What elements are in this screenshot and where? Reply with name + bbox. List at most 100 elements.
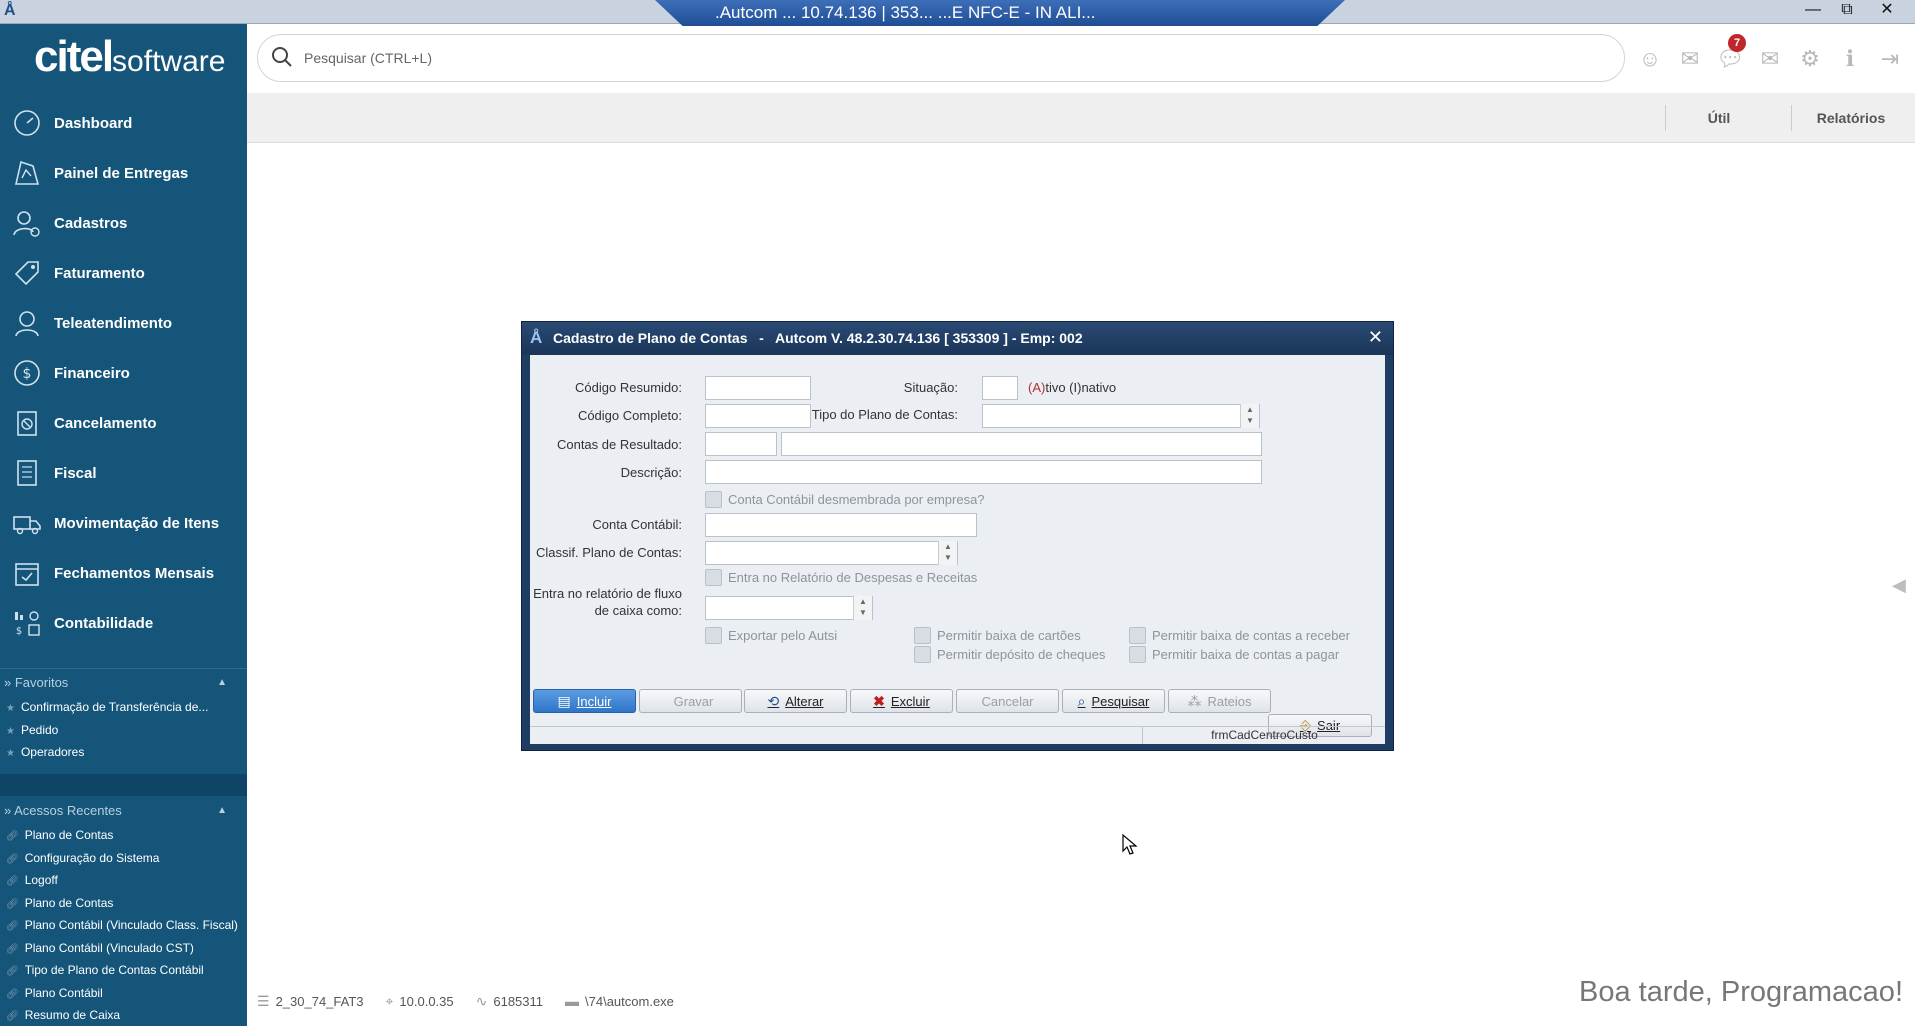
header-icons: ☺ ✉ 💬︎ 7 ✉ ⚙ ℹ ⇥	[1630, 34, 1910, 76]
list-item[interactable]: 🔗︎ Plano Contábil	[0, 982, 247, 1005]
panel-separator	[0, 774, 247, 796]
support-agent-icon[interactable]: ☺	[1630, 42, 1670, 76]
connection-status: ∿ 6185311	[475, 992, 544, 1009]
delete-x-icon: ✖	[873, 692, 885, 709]
classif-plano-label: Classif. Plano de Contas:	[536, 545, 682, 560]
incluir-button[interactable]: ▤ Incluir	[533, 689, 636, 713]
gravar-button[interactable]: Gravar	[639, 689, 742, 713]
list-item[interactable]: 🔗︎ Plano de Contas	[0, 892, 247, 915]
mail-icon[interactable]: ✉	[1750, 42, 1790, 76]
dialog-status-bar: frmCadCentroCusto	[530, 726, 1385, 744]
sidebar-item-cadastros[interactable]: Cadastros	[0, 198, 247, 248]
sidebar-item-faturamento[interactable]: Faturamento	[0, 248, 247, 298]
restore-button[interactable]: ⧉	[1830, 0, 1864, 22]
conta-contabil-input[interactable]	[705, 513, 977, 537]
search-input[interactable]	[304, 47, 1504, 69]
tab-relatorios[interactable]: Relatórios	[1793, 93, 1909, 143]
info-icon[interactable]: ℹ	[1830, 42, 1870, 76]
contas-resultado-description-input[interactable]	[781, 432, 1262, 456]
checkbox-box[interactable]	[705, 627, 722, 644]
sidebar-item-fiscal[interactable]: Fiscal	[0, 448, 247, 498]
collapse-icon[interactable]: ▲	[217, 672, 227, 694]
sidebar-item-label: Cancelamento	[54, 414, 157, 432]
sidebar-item-label: Contabilidade	[54, 614, 154, 632]
spinner-arrows-icon[interactable]: ▲ ▼	[938, 541, 957, 565]
checkbox-box[interactable]	[914, 646, 931, 663]
rateios-button[interactable]: ⁂ Rateios	[1168, 689, 1271, 713]
baixa-pagar-checkbox[interactable]: Permitir baixa de contas a pagar	[1129, 646, 1339, 663]
sidebar-item-movimentacao-itens[interactable]: Movimentação de Itens	[0, 498, 247, 548]
sidebar: citelsoftware Dashboard Painel de Entreg…	[0, 24, 247, 1026]
star-icon: ★	[6, 748, 15, 759]
bottom-status-bar: ☰ 2_30_74_FAT3 ⌖ 10.0.0.35 ∿ 6185311 ▬ \74\a…	[257, 990, 696, 1012]
list-item[interactable]: ★ Pedido	[0, 719, 247, 742]
recent-header[interactable]: » Acessos Recentes ▲	[0, 800, 247, 822]
chat-icon[interactable]: 💬︎ 7	[1710, 34, 1750, 76]
document-icon	[17, 460, 37, 486]
classif-plano-select[interactable]: ▲ ▼	[705, 541, 958, 565]
codigo-resumido-input[interactable]	[705, 376, 811, 400]
list-item[interactable]: 🔗︎ Plano Contábil (Vinculado CST)	[0, 937, 247, 960]
list-item[interactable]: ★ Operadores	[0, 741, 247, 764]
cancelar-button[interactable]: Cancelar	[956, 689, 1059, 713]
descricao-label: Descrição:	[620, 465, 682, 480]
excluir-button[interactable]: ✖ Excluir	[850, 689, 953, 713]
list-item[interactable]: 🔗︎ Tipo de Plano de Contas Contábil	[0, 959, 247, 982]
descricao-input[interactable]	[705, 460, 1262, 484]
open-mail-icon[interactable]: ✉	[1670, 42, 1710, 76]
location-pin-icon: ⌖	[385, 992, 394, 1009]
mouse-cursor-icon	[1122, 834, 1138, 855]
star-icon: ★	[6, 725, 15, 737]
list-item[interactable]: 🔗︎ Plano de Contas	[0, 824, 247, 847]
sidebar-item-painel-entregas[interactable]: Painel de Entregas	[0, 148, 247, 198]
checkbox-box[interactable]	[705, 569, 722, 586]
alterar-button[interactable]: ⟲ Alterar	[744, 689, 847, 713]
panel-divider	[0, 668, 247, 669]
sidebar-item-fechamentos-mensais[interactable]: Fechamentos Mensais	[0, 548, 247, 598]
svg-text:$: $	[16, 626, 22, 637]
checkbox-box[interactable]	[1129, 627, 1146, 644]
list-item[interactable]: 🔗︎ Plano Contábil (Vinculado Class. Fisca…	[0, 914, 247, 937]
sidebar-item-contabilidade[interactable]: $ Contabilidade	[0, 598, 247, 648]
gear-icon[interactable]: ⚙	[1790, 42, 1830, 76]
contas-resultado-code-input[interactable]	[705, 432, 777, 456]
sidebar-item-financeiro[interactable]: $ Financeiro	[0, 348, 247, 398]
checkbox-box[interactable]	[705, 491, 722, 508]
sidebar-item-teleatendimento[interactable]: Teleatendimento	[0, 298, 247, 348]
situacao-input[interactable]	[982, 376, 1018, 400]
collapse-panel-arrow-icon[interactable]: ◀	[1892, 575, 1906, 596]
list-item[interactable]: 🔗︎ Configuração do Sistema	[0, 847, 247, 870]
list-item[interactable]: 🔗︎ Logoff	[0, 869, 247, 892]
collapse-icon[interactable]: ▲	[217, 800, 227, 822]
checkbox-box[interactable]	[914, 627, 931, 644]
greeting-text: Boa tarde, Programacao!	[1578, 976, 1903, 1008]
deposito-cheques-checkbox[interactable]: Permitir depósito de cheques	[914, 646, 1105, 663]
spinner-arrows-icon[interactable]: ▲ ▼	[1240, 404, 1259, 428]
minimize-button[interactable]: —	[1796, 0, 1830, 22]
dialog-title-bar: Å Cadastro de Plano de Contas - Autcom V…	[522, 322, 1393, 355]
tab-util[interactable]: Útil	[1667, 93, 1771, 143]
entra-relatorio-despesas-checkbox[interactable]: Entra no Relatório de Despesas e Receita…	[705, 569, 977, 586]
link-icon: 🔗︎	[6, 988, 19, 1000]
fluxo-caixa-select[interactable]: ▲ ▼	[705, 596, 873, 620]
exportar-autsi-checkbox[interactable]: Exportar pelo Autsi	[705, 627, 837, 644]
remote-desktop-bar[interactable]: .Autcom ... 10.74.136 | 353... ...E NFC-…	[655, 0, 1345, 26]
checkbox-box[interactable]	[1129, 646, 1146, 663]
list-item[interactable]: 🔗︎ Resumo de Caixa	[0, 1004, 247, 1026]
sidebar-item-label: Faturamento	[54, 264, 145, 282]
pesquisar-button[interactable]: ⌕ Pesquisar	[1062, 689, 1165, 713]
favorites-header[interactable]: » Favoritos ▲	[0, 672, 247, 694]
baixa-cartoes-checkbox[interactable]: Permitir baixa de cartões	[914, 627, 1081, 644]
conta-desmembrada-checkbox[interactable]: Conta Contábil desmembrada por empresa?	[705, 491, 985, 508]
list-item[interactable]: ★ Confirmação de Transferência de...	[0, 696, 247, 719]
baixa-receber-checkbox[interactable]: Permitir baixa de contas a receber	[1129, 627, 1350, 644]
sidebar-item-cancelamento[interactable]: Cancelamento	[0, 398, 247, 448]
dialog-close-button[interactable]: ✕	[1368, 327, 1383, 348]
window-close-button[interactable]: ✕	[1870, 0, 1904, 22]
spinner-arrows-icon[interactable]: ▲ ▼	[853, 596, 872, 620]
codigo-completo-input[interactable]	[705, 404, 811, 428]
link-icon: 🔗︎	[6, 943, 19, 955]
logout-icon[interactable]: ⇥	[1870, 42, 1910, 76]
tipo-plano-select[interactable]: ▲ ▼	[982, 404, 1260, 428]
sidebar-item-dashboard[interactable]: Dashboard	[0, 98, 247, 148]
